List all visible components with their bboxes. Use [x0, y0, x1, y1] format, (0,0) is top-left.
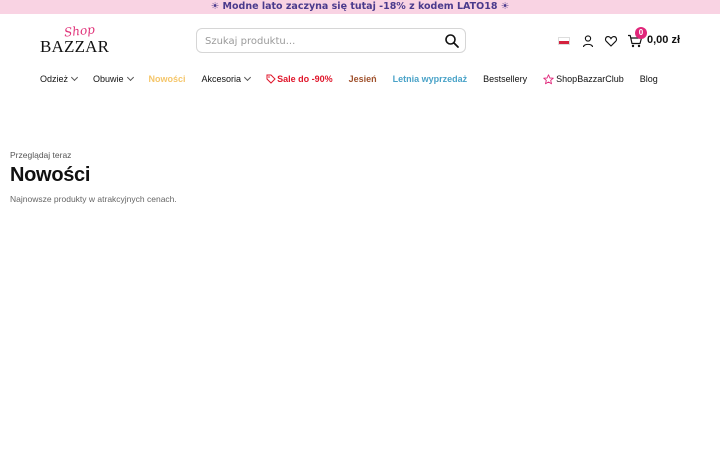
nav-item-label: Sale do -90%: [277, 74, 333, 84]
page-title: Nowości: [10, 164, 91, 186]
nav-item-obuwie[interactable]: Obuwie: [93, 73, 134, 84]
nav-item-sale[interactable]: Sale do -90%: [266, 74, 333, 84]
nav-item-odziez[interactable]: Odzież: [40, 73, 79, 84]
nav-item-label: Bestsellery: [483, 74, 528, 84]
nav-item-blog[interactable]: Blog: [640, 74, 658, 84]
search-box: [196, 28, 466, 53]
cart-total[interactable]: 0,00 zł: [647, 34, 680, 46]
nav-item-label: ShopBazzarClub: [556, 74, 624, 84]
flag-pl[interactable]: [558, 37, 570, 45]
nav-item-label: Letnia wyprzedaż: [392, 74, 468, 84]
chevron-down-icon: [244, 73, 252, 82]
chevron-down-icon: [70, 73, 79, 82]
nav-item-label: Odzież: [40, 74, 69, 84]
nav-item-label: Akcesoria: [201, 74, 242, 84]
site-logo[interactable]: Shop BAZZAR: [40, 22, 110, 56]
nav-item-akcesoria[interactable]: Akcesoria: [201, 73, 252, 84]
promo-bar: ☀ Modne lato zaczyna się tutaj -18% z ko…: [0, 0, 720, 14]
logo-main: BAZZAR: [40, 37, 110, 56]
page-eyebrow: Przeglądaj teraz: [10, 150, 72, 160]
nav-item-nowosci[interactable]: Nowości: [149, 74, 186, 84]
nav-item-label: Nowości: [148, 74, 186, 84]
nav-item-label: Obuwie: [93, 74, 124, 84]
nav-item-label: Blog: [639, 74, 658, 84]
cart-count-badge: 0: [635, 27, 647, 39]
nav-item-letnia-wyprzedaz[interactable]: Letnia wyprzedaż: [393, 74, 468, 84]
user-icon[interactable]: [581, 34, 595, 48]
search-icon[interactable]: [444, 33, 460, 49]
nav-item-label: Jesień: [348, 74, 377, 84]
nav-item-shopbazzarclub[interactable]: ShopBazzarClub: [543, 73, 624, 85]
chevron-down-icon: [126, 73, 134, 82]
search-input[interactable]: [205, 33, 435, 49]
promo-text: ☀ Modne lato zaczyna się tutaj -18% z ko…: [210, 1, 510, 12]
heart-icon[interactable]: [604, 34, 618, 48]
star-icon: [543, 73, 554, 85]
main-navigation: Odzież Obuwie Nowości Akcesoria Sale do …: [40, 72, 674, 86]
page-subtitle: Najnowsze produkty w atrakcyjnych cenach…: [10, 194, 177, 204]
nav-item-jesien[interactable]: Jesień: [349, 74, 377, 84]
tag-icon: [266, 74, 276, 84]
nav-item-bestsellery[interactable]: Bestsellery: [483, 74, 527, 84]
